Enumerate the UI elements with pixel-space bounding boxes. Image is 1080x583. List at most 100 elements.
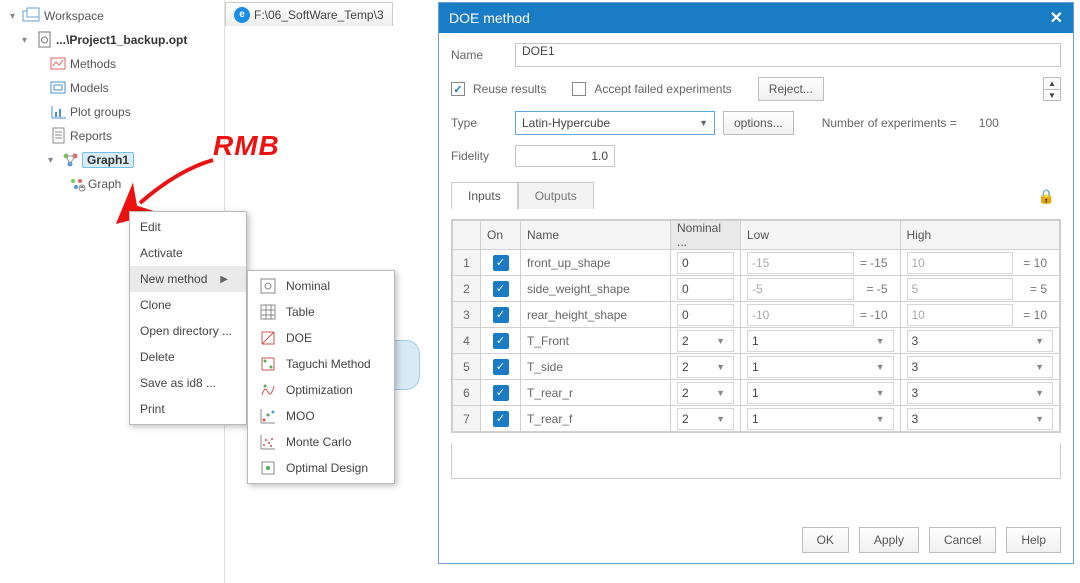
menu-item-print[interactable]: Print xyxy=(130,396,246,422)
submenu-item-nominal[interactable]: Nominal xyxy=(248,273,394,299)
col-name[interactable]: Name xyxy=(521,221,671,250)
nominal-input[interactable]: 2▼ xyxy=(677,330,734,352)
reject-button[interactable]: Reject... xyxy=(758,77,824,101)
low-input[interactable]: -10 xyxy=(747,304,854,326)
spinner-down-icon[interactable]: ▼ xyxy=(1044,89,1060,100)
tree-root[interactable]: ▾ Workspace xyxy=(4,4,224,28)
high-input[interactable]: 3▼ xyxy=(907,382,1054,404)
collapse-icon[interactable]: ▾ xyxy=(22,35,34,46)
row-low[interactable]: 1▼ xyxy=(741,354,901,380)
on-checkbox[interactable]: ✓ xyxy=(493,411,509,427)
col-high[interactable]: High xyxy=(900,221,1060,250)
col-nominal[interactable]: Nominal ... xyxy=(671,221,741,250)
tree-item-plotgroups[interactable]: Plot groups xyxy=(4,100,224,124)
row-high[interactable]: 3▼ xyxy=(900,380,1060,406)
row-low[interactable]: 1▼ xyxy=(741,380,901,406)
nominal-input[interactable]: 2▼ xyxy=(677,356,734,378)
row-high[interactable]: 10= 10 xyxy=(900,250,1060,276)
menu-item-clone[interactable]: Clone xyxy=(130,292,246,318)
ok-button[interactable]: OK xyxy=(802,527,849,553)
dialog-titlebar[interactable]: DOE method ✕ xyxy=(439,3,1073,33)
high-input[interactable]: 5 xyxy=(907,278,1014,300)
low-input[interactable]: -5 xyxy=(747,278,854,300)
tab-inputs[interactable]: Inputs xyxy=(451,182,518,209)
on-checkbox[interactable]: ✓ xyxy=(493,255,509,271)
name-input[interactable]: DOE1 xyxy=(515,43,1061,67)
nominal-input[interactable]: 2▼ xyxy=(677,408,734,430)
submenu-item-taguchi[interactable]: Taguchi Method xyxy=(248,351,394,377)
row-nominal[interactable]: 0 xyxy=(671,250,741,276)
menu-item-open-directory[interactable]: Open directory ... xyxy=(130,318,246,344)
nominal-input[interactable]: 2▼ xyxy=(677,382,734,404)
submenu-item-table[interactable]: Table xyxy=(248,299,394,325)
row-nominal[interactable]: 2▼ xyxy=(671,354,741,380)
row-high[interactable]: 3▼ xyxy=(900,406,1060,432)
row-high[interactable]: 5= 5 xyxy=(900,276,1060,302)
menu-item-edit[interactable]: Edit xyxy=(130,214,246,240)
row-low[interactable]: -10= -10 xyxy=(741,302,901,328)
high-input[interactable]: 10 xyxy=(907,252,1014,274)
tree-item-methods[interactable]: Methods xyxy=(4,52,224,76)
row-nominal[interactable]: 2▼ xyxy=(671,328,741,354)
tree-item-graph-child[interactable]: Graph xyxy=(4,172,224,196)
high-input[interactable]: 3▼ xyxy=(907,330,1054,352)
submenu-item-monte-carlo[interactable]: Monte Carlo xyxy=(248,429,394,455)
row-on[interactable]: ✓ xyxy=(481,380,521,406)
on-checkbox[interactable]: ✓ xyxy=(493,385,509,401)
apply-button[interactable]: Apply xyxy=(859,527,919,553)
row-nominal[interactable]: 0 xyxy=(671,302,741,328)
submenu-item-optimization[interactable]: Optimization xyxy=(248,377,394,403)
submenu-item-moo[interactable]: MOO xyxy=(248,403,394,429)
menu-item-activate[interactable]: Activate xyxy=(130,240,246,266)
row-nominal[interactable]: 2▼ xyxy=(671,380,741,406)
cancel-button[interactable]: Cancel xyxy=(929,527,996,553)
row-low[interactable]: 1▼ xyxy=(741,328,901,354)
row-nominal[interactable]: 0 xyxy=(671,276,741,302)
menu-item-save-as[interactable]: Save as id8 ... xyxy=(130,370,246,396)
type-select[interactable]: Latin-Hypercube▼ xyxy=(515,111,715,135)
row-nominal[interactable]: 2▼ xyxy=(671,406,741,432)
on-checkbox[interactable]: ✓ xyxy=(493,307,509,323)
row-high[interactable]: 10= 10 xyxy=(900,302,1060,328)
low-input[interactable]: 1▼ xyxy=(747,330,894,352)
low-input[interactable]: 1▼ xyxy=(747,356,894,378)
tree-item-models[interactable]: Models xyxy=(4,76,224,100)
collapse-icon[interactable]: ▾ xyxy=(48,155,60,166)
spinner-control[interactable]: ▲▼ xyxy=(1043,77,1061,101)
on-checkbox[interactable]: ✓ xyxy=(493,281,509,297)
nominal-input[interactable]: 0 xyxy=(677,304,734,326)
lock-icon[interactable]: 🔒 xyxy=(1032,184,1061,209)
row-on[interactable]: ✓ xyxy=(481,302,521,328)
tab-outputs[interactable]: Outputs xyxy=(518,182,594,209)
help-button[interactable]: Help xyxy=(1006,527,1061,553)
high-input[interactable]: 3▼ xyxy=(907,356,1054,378)
low-input[interactable]: -15 xyxy=(747,252,854,274)
high-input[interactable]: 10 xyxy=(907,304,1014,326)
submenu-item-doe[interactable]: DOE xyxy=(248,325,394,351)
nominal-input[interactable]: 0 xyxy=(677,278,734,300)
options-button[interactable]: options... xyxy=(723,111,794,135)
close-icon[interactable]: ✕ xyxy=(1050,8,1063,28)
menu-item-delete[interactable]: Delete xyxy=(130,344,246,370)
row-low[interactable]: -5= -5 xyxy=(741,276,901,302)
row-on[interactable]: ✓ xyxy=(481,250,521,276)
row-low[interactable]: -15= -15 xyxy=(741,250,901,276)
tree-item-reports[interactable]: Reports xyxy=(4,124,224,148)
row-low[interactable]: 1▼ xyxy=(741,406,901,432)
reuse-results-checkbox[interactable] xyxy=(451,82,465,96)
spinner-up-icon[interactable]: ▲ xyxy=(1044,78,1060,89)
row-on[interactable]: ✓ xyxy=(481,276,521,302)
col-low[interactable]: Low xyxy=(741,221,901,250)
submenu-item-optimal-design[interactable]: Optimal Design xyxy=(248,455,394,481)
row-on[interactable]: ✓ xyxy=(481,406,521,432)
col-on[interactable]: On xyxy=(481,221,521,250)
tree-item-graph1[interactable]: ▾ Graph1 xyxy=(4,148,224,172)
row-high[interactable]: 3▼ xyxy=(900,328,1060,354)
on-checkbox[interactable]: ✓ xyxy=(493,359,509,375)
row-on[interactable]: ✓ xyxy=(481,354,521,380)
collapse-icon[interactable]: ▾ xyxy=(10,11,22,22)
document-tab[interactable]: e F:\06_SoftWare_Temp\3 xyxy=(225,2,393,26)
low-input[interactable]: 1▼ xyxy=(747,408,894,430)
accept-failed-checkbox[interactable] xyxy=(572,82,586,96)
low-input[interactable]: 1▼ xyxy=(747,382,894,404)
